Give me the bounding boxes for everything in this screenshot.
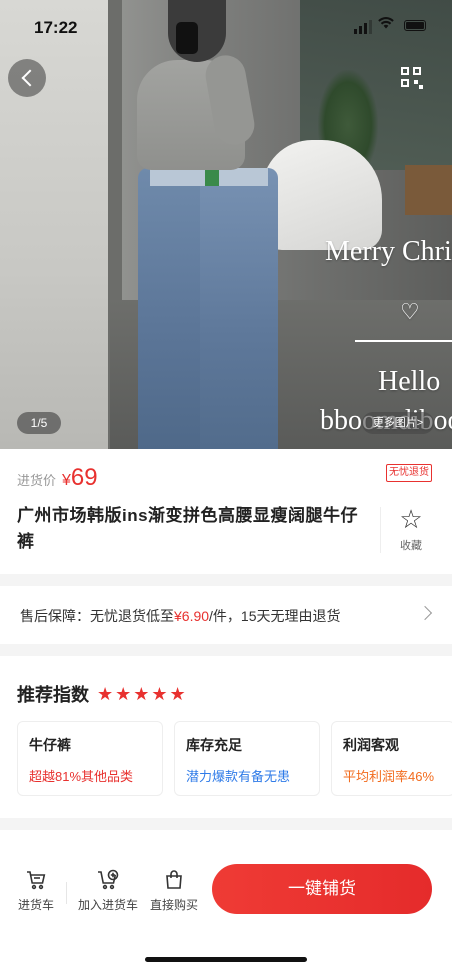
- price-row: 进货价 ¥69: [17, 464, 98, 492]
- shopping-bag-icon: [146, 868, 202, 892]
- overlay-text-merry: Merry Chris: [325, 236, 452, 267]
- after-sales-suffix: /件，15天无理由退货: [209, 608, 341, 624]
- divider: [380, 507, 381, 553]
- recommendation-cards: 牛仔裤 超越81%其他品类 库存充足 潜力爆款有备无患 利润客观 平均利润率46…: [17, 721, 452, 796]
- image-counter: 1/5: [17, 412, 61, 434]
- recommendation-card: 牛仔裤 超越81%其他品类: [17, 721, 163, 796]
- status-time: 17:22: [34, 18, 78, 37]
- after-sales-prefix: 售后保障：无忧退货低至: [20, 608, 174, 624]
- status-bar: 17:22: [0, 0, 452, 54]
- currency-symbol: ¥: [62, 472, 71, 489]
- cart-label: 进货车: [17, 898, 54, 912]
- recommendation-card: 利润客观 平均利润率46%: [331, 721, 452, 796]
- section-gap: [0, 644, 452, 656]
- card-title: 牛仔裤: [29, 737, 71, 753]
- section-gap: [0, 818, 452, 830]
- buy-now-label: 直接购买: [149, 898, 198, 912]
- recommendation-card: 库存充足 潜力爆款有备无患: [174, 721, 320, 796]
- divider: [66, 882, 67, 904]
- favorite-button[interactable]: ☆ 收藏: [390, 505, 432, 553]
- star-outline-icon: ☆: [399, 504, 423, 534]
- after-sales-row[interactable]: 售后保障：无忧退货低至¥6.90/件，15天无理由退货: [0, 586, 452, 644]
- card-subtitle: 平均利润率46%: [343, 769, 435, 784]
- image-stool: [405, 165, 452, 215]
- more-images-button[interactable]: 更多图片>: [362, 412, 434, 434]
- recommendation-header: 推荐指数 ★★★★★: [17, 681, 188, 707]
- home-indicator: [145, 957, 307, 962]
- price-value: ¥69: [62, 464, 98, 492]
- add-to-cart-button[interactable]: 加入进货车: [74, 868, 142, 913]
- rating-stars-icon: ★★★★★: [97, 683, 188, 704]
- overlay-text-hello: Hello: [378, 366, 441, 397]
- image-tag: [205, 170, 219, 186]
- after-sales-text: 售后保障：无忧退货低至¥6.90/件，15天无理由退货: [20, 606, 341, 626]
- overlay-line: [355, 340, 452, 342]
- image-jeans-right: [200, 168, 278, 449]
- product-image[interactable]: Merry Chris ♡ Hello bboomdiboo: [0, 0, 452, 449]
- cart-icon: [14, 868, 58, 892]
- card-subtitle: 超越81%其他品类: [29, 769, 134, 784]
- cart-button[interactable]: 进货车: [14, 868, 58, 913]
- wifi-icon: [378, 16, 394, 34]
- qr-code-icon[interactable]: [401, 67, 423, 89]
- card-subtitle: 潜力爆款有备无患: [186, 769, 291, 784]
- return-badge: 无忧退货: [386, 464, 432, 482]
- price-label: 进货价: [17, 473, 57, 488]
- one-click-distribute-button[interactable]: 一键铺货: [212, 864, 432, 914]
- favorite-label: 收藏: [400, 540, 422, 552]
- overlay-heart: ♡: [400, 300, 420, 325]
- section-gap: [0, 574, 452, 586]
- price-amount: 69: [70, 464, 98, 491]
- battery-icon: [404, 20, 426, 31]
- chevron-right-icon: [417, 605, 433, 621]
- signal-icon: [354, 20, 372, 34]
- card-title: 库存充足: [186, 737, 242, 753]
- bottom-action-bar: 进货车 加入进货车 直接购买 一键铺货: [0, 850, 452, 930]
- recommendation-title: 推荐指数: [17, 685, 89, 705]
- after-sales-amount: ¥6.90: [174, 608, 210, 624]
- add-to-cart-label: 加入进货车: [77, 898, 138, 912]
- buy-now-button[interactable]: 直接购买: [146, 868, 202, 913]
- image-chair: [262, 140, 382, 250]
- add-cart-icon: [74, 868, 142, 892]
- product-title: 广州市场韩版ins渐变拼色高腰显瘦阔腿牛仔裤: [17, 506, 359, 551]
- chevron-left-icon: [21, 69, 38, 87]
- back-button[interactable]: [8, 59, 46, 97]
- card-title: 利润客观: [343, 737, 399, 753]
